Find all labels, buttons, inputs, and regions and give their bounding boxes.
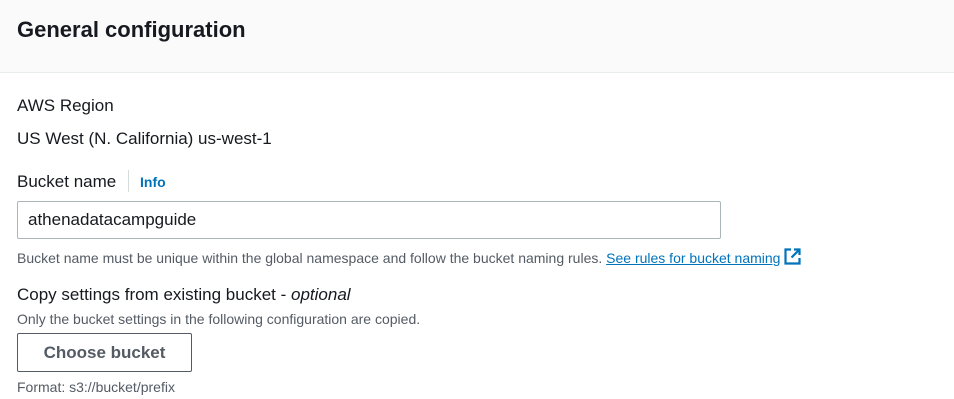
copy-settings-label-text: Copy settings from existing bucket - (17, 285, 287, 304)
bucket-name-label: Bucket name (17, 172, 117, 191)
bucket-name-info-link[interactable]: Info (140, 173, 166, 191)
bucket-name-input[interactable] (17, 201, 721, 239)
optional-tag: optional (291, 285, 351, 304)
external-link-icon[interactable] (783, 247, 802, 270)
aws-region-value: US West (N. California) us-west-1 (17, 129, 272, 148)
bucket-naming-rules-link[interactable]: See rules for bucket naming (606, 250, 780, 266)
choose-bucket-button[interactable]: Choose bucket (17, 333, 192, 372)
label-divider (128, 170, 129, 192)
aws-region-label: AWS Region (17, 96, 114, 115)
copy-settings-hint: Only the bucket settings in the followin… (17, 311, 421, 327)
copy-settings-label: Copy settings from existing bucket - opt… (17, 284, 351, 306)
bucket-name-hint-text: Bucket name must be unique within the gl… (17, 250, 603, 266)
panel-header: General configuration (0, 0, 954, 73)
format-hint: Format: s3://bucket/prefix (17, 379, 175, 395)
bucket-name-hint: Bucket name must be unique within the gl… (17, 247, 802, 270)
general-configuration-panel: General configuration AWS Region US West… (0, 0, 954, 399)
panel-title: General configuration (17, 17, 246, 42)
